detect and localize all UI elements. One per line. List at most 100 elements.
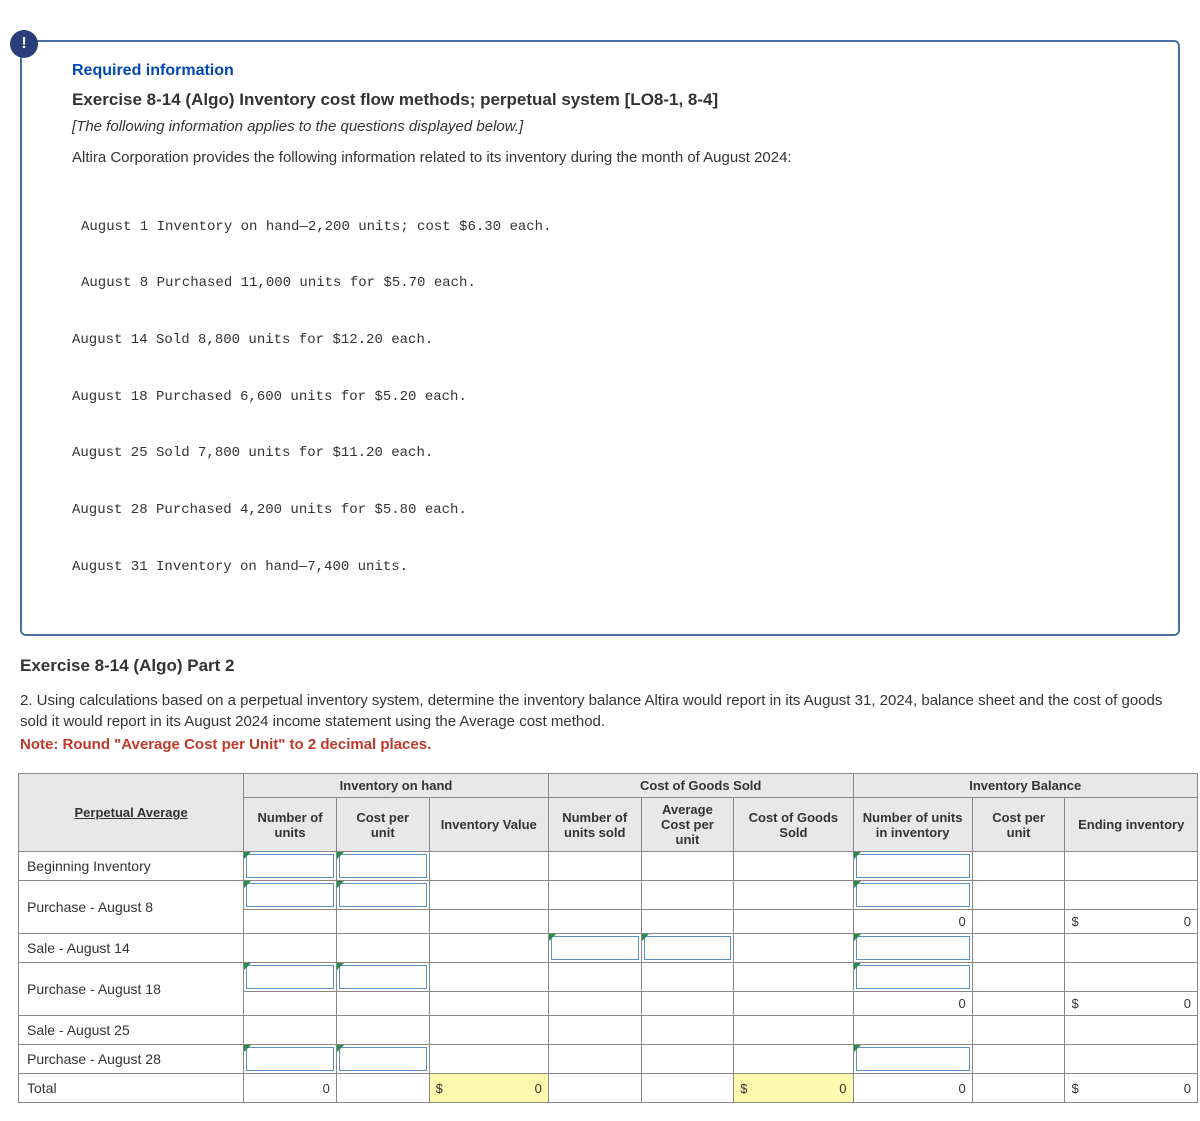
indicator-icon [337,881,344,888]
input-bal-units[interactable] [856,965,970,989]
total-bal-units: 0 [853,1074,972,1103]
cell-cogs-cost [734,963,853,992]
cell-cogs-avg [641,963,734,992]
cell-cogs-cost [734,1016,853,1045]
input-ioh-cost[interactable] [339,854,427,878]
cell-ioh-value [429,881,548,910]
subtotal-bal-units: 0 [853,910,972,934]
cell-blank [429,910,548,934]
col-units-sold: Number of units sold [548,798,641,852]
cell-cogs-cost [734,881,853,910]
cell-blank [548,910,641,934]
cell-blank [244,992,337,1016]
total-row: Total 0 $0 $0 0 $0 [19,1074,1198,1103]
input-ioh-cost[interactable] [339,883,427,907]
applies-note: [The following information applies to th… [72,118,1148,135]
total-ioh-value: $0 [429,1074,548,1103]
cell-bal-ending [1065,1045,1198,1074]
cell-blank [548,992,641,1016]
row-label: Beginning Inventory [19,852,244,881]
transaction-line: August 1 Inventory on hand—2,200 units; … [72,218,1148,237]
total-bal-ending: $0 [1065,1074,1198,1103]
indicator-icon [549,934,556,941]
cell-ioh-units [244,1016,337,1045]
cell-ioh-value [429,934,548,963]
cell-ioh-cost [336,1016,429,1045]
alert-icon: ! [10,30,38,58]
subtotal-bal-ending: $0 [1065,992,1198,1016]
cell-bal-units[interactable] [853,852,972,881]
input-ioh-cost[interactable] [339,965,427,989]
cell-bal-cost [972,934,1065,963]
cell-cogs-avg [641,1016,734,1045]
cell-ioh-cost[interactable] [336,1045,429,1074]
transaction-line: August 18 Purchased 6,600 units for $5.2… [72,388,1148,407]
transaction-list: August 1 Inventory on hand—2,200 units; … [72,180,1148,614]
input-ioh-cost[interactable] [339,1047,427,1071]
cell-cogs-avg[interactable] [641,934,734,963]
indicator-icon [244,881,251,888]
col-units-in-inventory: Number of units in inventory [853,798,972,852]
cell-bal-units[interactable] [853,963,972,992]
table-row: Beginning Inventory [19,852,1198,881]
cell-bal-ending [1065,852,1198,881]
row-label: Purchase - August 8 [19,881,244,934]
cell-blank [972,1074,1065,1103]
cell-bal-ending [1065,881,1198,910]
input-ioh-units[interactable] [246,965,334,989]
cell-ioh-units[interactable] [244,852,337,881]
cell-ioh-cost [336,934,429,963]
cell-bal-units[interactable] [853,1045,972,1074]
cell-ioh-units[interactable] [244,963,337,992]
table-row: Purchase - August 18 [19,963,1198,992]
cell-bal-ending [1065,934,1198,963]
cell-cogs-units [548,1045,641,1074]
cell-bal-cost [972,881,1065,910]
input-bal-units[interactable] [856,854,970,878]
input-ioh-units[interactable] [246,1047,334,1071]
input-bal-units[interactable] [856,883,970,907]
cell-blank [641,992,734,1016]
indicator-icon [854,963,861,970]
cell-cogs-units[interactable] [548,934,641,963]
cell-ioh-cost[interactable] [336,963,429,992]
indicator-icon [854,881,861,888]
cell-bal-cost [972,963,1065,992]
cell-blank [734,992,853,1016]
indicator-icon [854,934,861,941]
row-label: Sale - August 14 [19,934,244,963]
scenario-description: Altira Corporation provides the followin… [72,149,1148,166]
info-box: ! Required information Exercise 8-14 (Al… [20,40,1180,636]
cell-ioh-cost[interactable] [336,881,429,910]
cell-ioh-cost[interactable] [336,852,429,881]
total-cogs: $0 [734,1074,853,1103]
input-cogs-units[interactable] [551,936,639,960]
input-cogs-avg[interactable] [644,936,732,960]
group-inventory-balance: Inventory Balance [853,774,1198,798]
indicator-icon [337,1045,344,1052]
cell-ioh-units[interactable] [244,881,337,910]
perpetual-average-table: Perpetual Average Inventory on hand Cost… [18,773,1198,1103]
group-inventory-on-hand: Inventory on hand [244,774,549,798]
required-information-label: Required information [72,62,1148,80]
cell-bal-units[interactable] [853,881,972,910]
input-ioh-units[interactable] [246,883,334,907]
input-ioh-units[interactable] [246,854,334,878]
cell-ioh-value [429,852,548,881]
cell-ioh-value [429,963,548,992]
total-ioh-units: 0 [244,1074,337,1103]
input-bal-units[interactable] [856,936,970,960]
col-ending-inventory: Ending inventory [1065,798,1198,852]
cell-bal-units[interactable] [853,934,972,963]
cell-blank [336,1074,429,1103]
cell-cogs-avg [641,852,734,881]
indicator-icon [244,852,251,859]
cell-ioh-units[interactable] [244,1045,337,1074]
indicator-icon [337,963,344,970]
input-bal-units[interactable] [856,1047,970,1071]
col-inventory-value: Inventory Value [429,798,548,852]
indicator-icon [642,934,649,941]
cell-blank [641,910,734,934]
cell-cogs-cost [734,1045,853,1074]
cell-blank [548,1074,641,1103]
